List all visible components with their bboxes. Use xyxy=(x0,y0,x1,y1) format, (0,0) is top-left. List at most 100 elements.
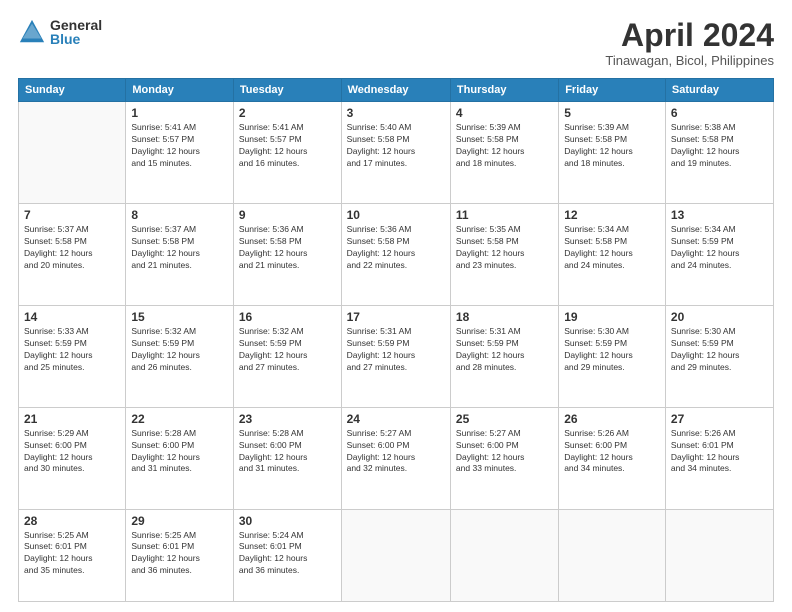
day-number: 20 xyxy=(671,310,768,324)
day-number: 15 xyxy=(131,310,228,324)
day-info: Sunrise: 5:24 AMSunset: 6:01 PMDaylight:… xyxy=(239,530,336,578)
col-friday: Friday xyxy=(559,79,666,102)
table-row: 28Sunrise: 5:25 AMSunset: 6:01 PMDayligh… xyxy=(19,509,126,601)
day-number: 24 xyxy=(347,412,445,426)
col-sunday: Sunday xyxy=(19,79,126,102)
day-number: 14 xyxy=(24,310,120,324)
day-number: 17 xyxy=(347,310,445,324)
day-number: 29 xyxy=(131,514,228,528)
table-row: 30 Sunrise: 5:24 AMSunset: 6:01 PMDayligh… xyxy=(233,509,341,601)
logo-general: General xyxy=(50,18,102,32)
day-info: Sunrise: 5:31 AMSunset: 5:59 PMDaylight:… xyxy=(347,326,445,374)
table-row: 17 Sunrise: 5:31 AMSunset: 5:59 PMDayligh… xyxy=(341,305,450,407)
day-number: 16 xyxy=(239,310,336,324)
day-info: Sunrise: 5:39 AMSunset: 5:58 PMDaylight:… xyxy=(564,122,660,170)
day-number: 23 xyxy=(239,412,336,426)
day-info: Sunrise: 5:29 AMSunset: 6:00 PMDaylight:… xyxy=(24,428,120,476)
table-row: 29 Sunrise: 5:25 AMSunset: 6:01 PMDayligh… xyxy=(126,509,234,601)
table-row: 4Sunrise: 5:39 AMSunset: 5:58 PMDaylight… xyxy=(450,102,558,204)
title-section: April 2024 Tinawagan, Bicol, Philippines xyxy=(605,18,774,68)
day-number: 28 xyxy=(24,514,120,528)
table-row: 11Sunrise: 5:35 AMSunset: 5:58 PMDayligh… xyxy=(450,204,558,306)
day-number: 7 xyxy=(24,208,120,222)
day-number: 1 xyxy=(131,106,228,120)
table-row: 24 Sunrise: 5:27 AMSunset: 6:00 PMDayligh… xyxy=(341,407,450,509)
table-row: 16 Sunrise: 5:32 AMSunset: 5:59 PMDayligh… xyxy=(233,305,341,407)
day-info: Sunrise: 5:36 AMSunset: 5:58 PMDaylight:… xyxy=(239,224,336,272)
col-tuesday: Tuesday xyxy=(233,79,341,102)
day-info: Sunrise: 5:30 AMSunset: 5:59 PMDaylight:… xyxy=(564,326,660,374)
table-row: 12 Sunrise: 5:34 AMSunset: 5:58 PMDayligh… xyxy=(559,204,666,306)
header-row: Sunday Monday Tuesday Wednesday Thursday… xyxy=(19,79,774,102)
logo-text: General Blue xyxy=(50,18,102,46)
header: General Blue April 2024 Tinawagan, Bicol… xyxy=(18,18,774,68)
table-row: 26 Sunrise: 5:26 AMSunset: 6:00 PMDayligh… xyxy=(559,407,666,509)
day-info: Sunrise: 5:27 AMSunset: 6:00 PMDaylight:… xyxy=(347,428,445,476)
day-info: Sunrise: 5:34 AMSunset: 5:58 PMDaylight:… xyxy=(564,224,660,272)
table-row xyxy=(450,509,558,601)
day-number: 8 xyxy=(131,208,228,222)
day-info: Sunrise: 5:38 AMSunset: 5:58 PMDaylight:… xyxy=(671,122,768,170)
day-info: Sunrise: 5:30 AMSunset: 5:59 PMDaylight:… xyxy=(671,326,768,374)
day-number: 11 xyxy=(456,208,553,222)
table-row: 2 Sunrise: 5:41 AMSunset: 5:57 PMDaylight… xyxy=(233,102,341,204)
day-info: Sunrise: 5:32 AMSunset: 5:59 PMDaylight:… xyxy=(239,326,336,374)
logo-blue: Blue xyxy=(50,32,102,46)
table-row: 9 Sunrise: 5:36 AMSunset: 5:58 PMDaylight… xyxy=(233,204,341,306)
day-info: Sunrise: 5:27 AMSunset: 6:00 PMDaylight:… xyxy=(456,428,553,476)
day-number: 19 xyxy=(564,310,660,324)
table-row: 6Sunrise: 5:38 AMSunset: 5:58 PMDaylight… xyxy=(665,102,773,204)
table-row xyxy=(19,102,126,204)
table-row: 10Sunrise: 5:36 AMSunset: 5:58 PMDayligh… xyxy=(341,204,450,306)
day-info: Sunrise: 5:41 AMSunset: 5:57 PMDaylight:… xyxy=(239,122,336,170)
day-number: 10 xyxy=(347,208,445,222)
day-info: Sunrise: 5:28 AMSunset: 6:00 PMDaylight:… xyxy=(131,428,228,476)
table-row: 3 Sunrise: 5:40 AMSunset: 5:58 PMDaylight… xyxy=(341,102,450,204)
table-row: 15Sunrise: 5:32 AMSunset: 5:59 PMDayligh… xyxy=(126,305,234,407)
day-number: 30 xyxy=(239,514,336,528)
day-info: Sunrise: 5:31 AMSunset: 5:59 PMDaylight:… xyxy=(456,326,553,374)
table-row: 22 Sunrise: 5:28 AMSunset: 6:00 PMDayligh… xyxy=(126,407,234,509)
page: General Blue April 2024 Tinawagan, Bicol… xyxy=(0,0,792,612)
logo: General Blue xyxy=(18,18,102,46)
day-info: Sunrise: 5:26 AMSunset: 6:01 PMDaylight:… xyxy=(671,428,768,476)
day-info: Sunrise: 5:33 AMSunset: 5:59 PMDaylight:… xyxy=(24,326,120,374)
col-monday: Monday xyxy=(126,79,234,102)
day-info: Sunrise: 5:34 AMSunset: 5:59 PMDaylight:… xyxy=(671,224,768,272)
day-info: Sunrise: 5:25 AMSunset: 6:01 PMDaylight:… xyxy=(131,530,228,578)
col-thursday: Thursday xyxy=(450,79,558,102)
day-number: 12 xyxy=(564,208,660,222)
table-row: 14 Sunrise: 5:33 AMSunset: 5:59 PMDayligh… xyxy=(19,305,126,407)
table-row: 1 Sunrise: 5:41 AMSunset: 5:57 PMDaylight… xyxy=(126,102,234,204)
calendar-table: Sunday Monday Tuesday Wednesday Thursday… xyxy=(18,78,774,602)
day-number: 5 xyxy=(564,106,660,120)
day-number: 25 xyxy=(456,412,553,426)
day-number: 26 xyxy=(564,412,660,426)
table-row xyxy=(559,509,666,601)
col-saturday: Saturday xyxy=(665,79,773,102)
col-wednesday: Wednesday xyxy=(341,79,450,102)
day-info: Sunrise: 5:37 AMSunset: 5:58 PMDaylight:… xyxy=(24,224,120,272)
day-info: Sunrise: 5:37 AMSunset: 5:58 PMDaylight:… xyxy=(131,224,228,272)
day-number: 2 xyxy=(239,106,336,120)
day-info: Sunrise: 5:26 AMSunset: 6:00 PMDaylight:… xyxy=(564,428,660,476)
day-number: 27 xyxy=(671,412,768,426)
table-row: 8 Sunrise: 5:37 AMSunset: 5:58 PMDaylight… xyxy=(126,204,234,306)
day-number: 18 xyxy=(456,310,553,324)
month-title: April 2024 xyxy=(605,18,774,53)
table-row xyxy=(341,509,450,601)
table-row: 13 Sunrise: 5:34 AMSunset: 5:59 PMDayligh… xyxy=(665,204,773,306)
day-number: 22 xyxy=(131,412,228,426)
table-row: 25 Sunrise: 5:27 AMSunset: 6:00 PMDayligh… xyxy=(450,407,558,509)
table-row: 27 Sunrise: 5:26 AMSunset: 6:01 PMDayligh… xyxy=(665,407,773,509)
day-number: 3 xyxy=(347,106,445,120)
day-number: 9 xyxy=(239,208,336,222)
logo-icon xyxy=(18,18,46,46)
table-row: 19 Sunrise: 5:30 AMSunset: 5:59 PMDayligh… xyxy=(559,305,666,407)
day-number: 21 xyxy=(24,412,120,426)
day-info: Sunrise: 5:39 AMSunset: 5:58 PMDaylight:… xyxy=(456,122,553,170)
day-number: 13 xyxy=(671,208,768,222)
day-info: Sunrise: 5:40 AMSunset: 5:58 PMDaylight:… xyxy=(347,122,445,170)
day-info: Sunrise: 5:41 AMSunset: 5:57 PMDaylight:… xyxy=(131,122,228,170)
table-row: 18 Sunrise: 5:31 AMSunset: 5:59 PMDayligh… xyxy=(450,305,558,407)
